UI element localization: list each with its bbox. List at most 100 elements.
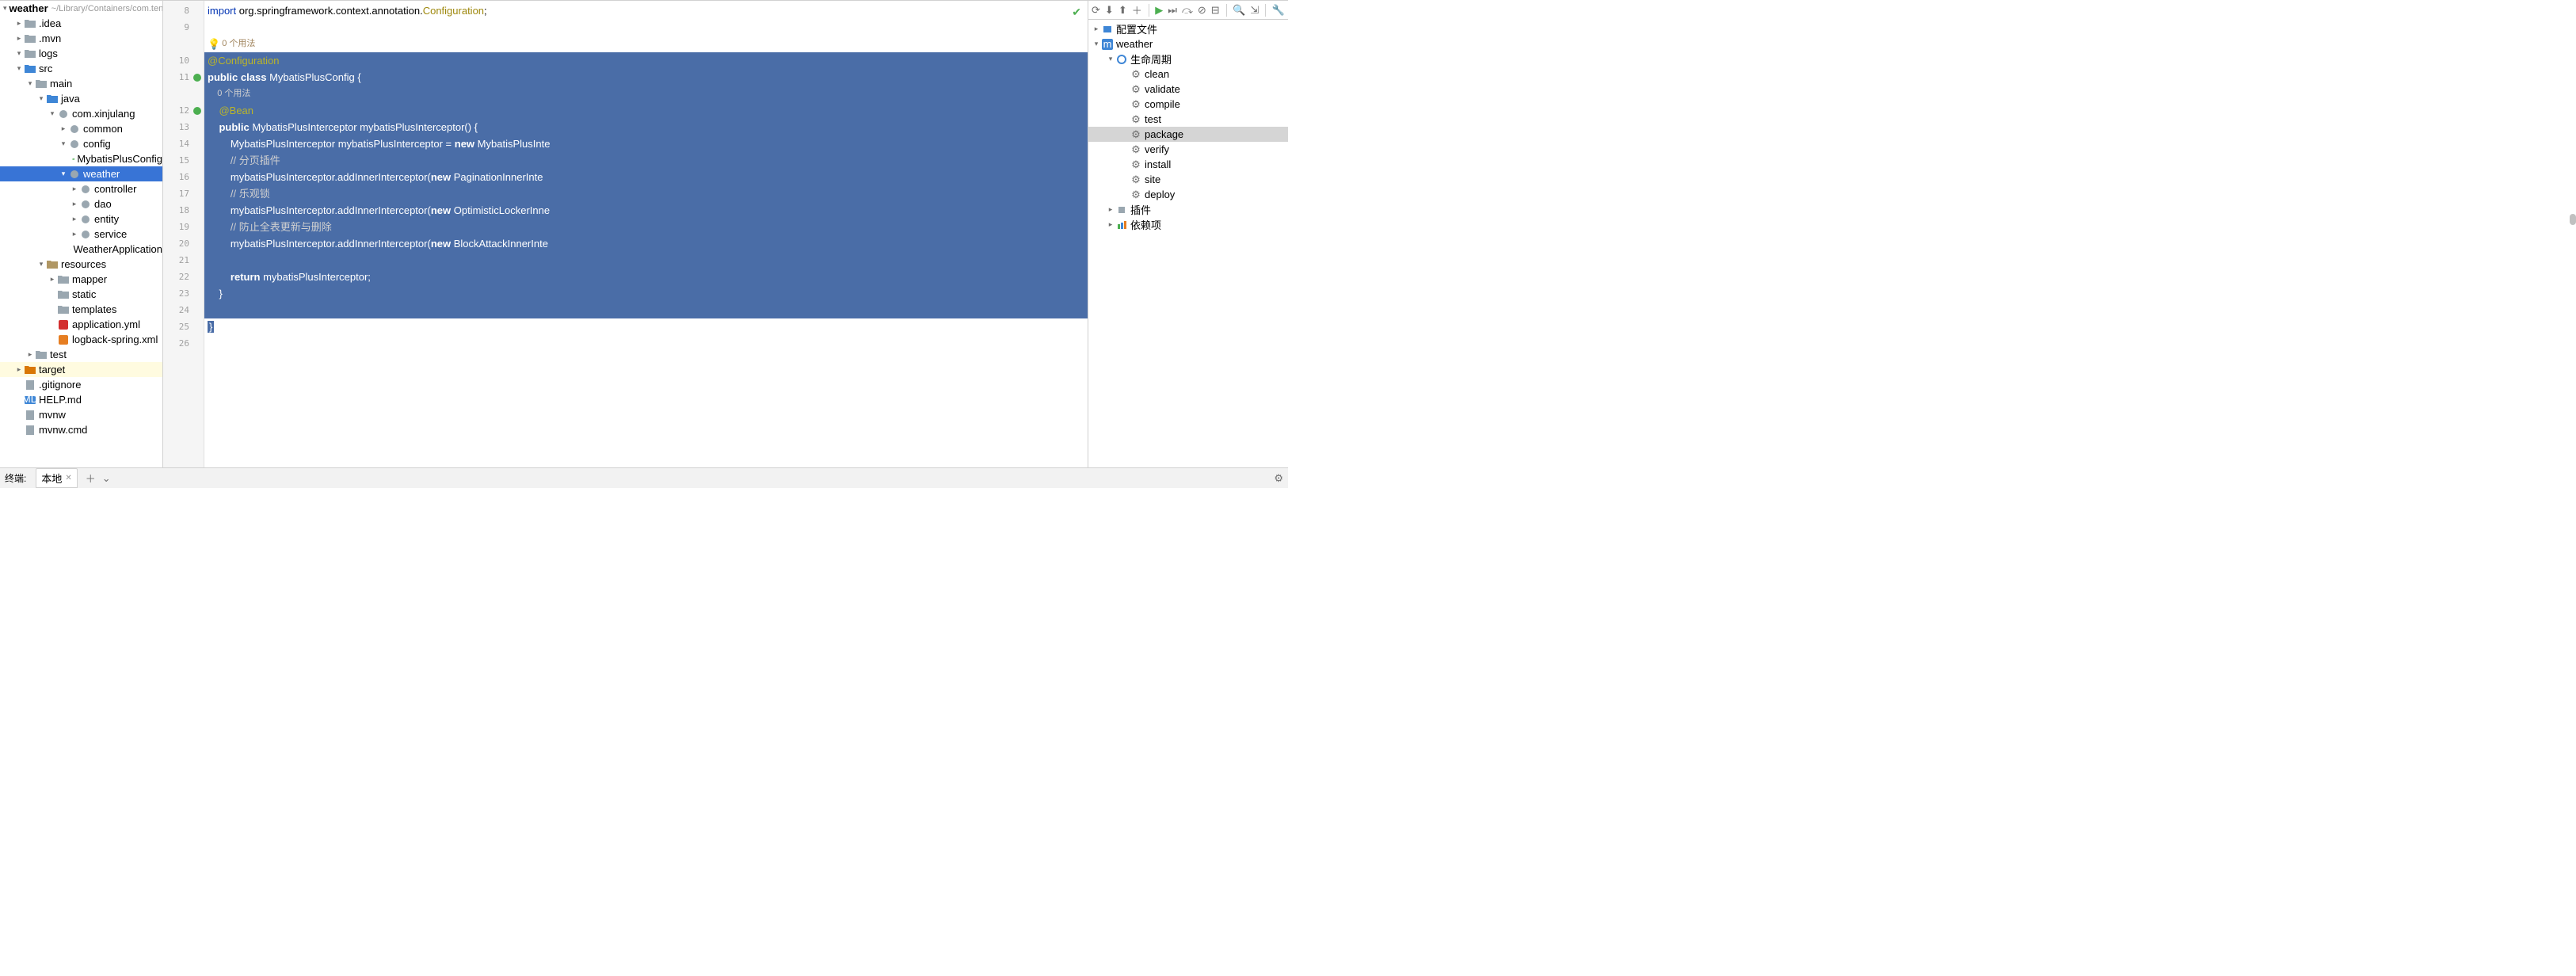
chevron-icon: ▾ xyxy=(14,64,24,73)
tree-item-common[interactable]: ▸common xyxy=(0,121,162,136)
code-line[interactable]: public class MybatisPlusConfig { xyxy=(204,69,1088,86)
code-line[interactable]: @Configuration xyxy=(204,52,1088,69)
code-line[interactable] xyxy=(204,335,1088,352)
maven-item-verify[interactable]: ⚙verify xyxy=(1088,142,1288,157)
add-terminal-button[interactable]: ＋ xyxy=(86,471,96,486)
maven-item-deploy[interactable]: ⚙deploy xyxy=(1088,187,1288,202)
code-line[interactable]: } xyxy=(204,285,1088,302)
tree-item-mvnw[interactable]: mvnw xyxy=(0,407,162,422)
maven-tool-window[interactable]: ⟳⬇⬆＋▶⏭⤼⊘⊟🔍⇲🔧 ▸配置文件▾mweather▾生命周期⚙clean⚙v… xyxy=(1088,1,1288,467)
tree-item-service[interactable]: ▸service xyxy=(0,227,162,242)
code-line[interactable]: import org.springframework.context.annot… xyxy=(204,2,1088,19)
maven-run-button[interactable]: ▶ xyxy=(1155,3,1163,17)
tree-item-entity[interactable]: ▸entity xyxy=(0,212,162,227)
tree-item-logs[interactable]: ▾logs xyxy=(0,46,162,61)
code-area[interactable]: ✔ import org.springframework.context.ann… xyxy=(204,1,1088,467)
tree-item-main[interactable]: ▾main xyxy=(0,76,162,91)
maven-expand-button[interactable]: ⇲ xyxy=(1250,3,1259,17)
code-line[interactable]: @Bean xyxy=(204,102,1088,119)
terminal-settings-icon[interactable]: ⚙ xyxy=(1274,472,1283,485)
code-line[interactable]: mybatisPlusInterceptor.addInnerIntercept… xyxy=(204,202,1088,219)
tree-item-WeatherApplication[interactable]: CWeatherApplication xyxy=(0,242,162,257)
tree-item-target[interactable]: ▸target xyxy=(0,362,162,377)
maven-item-install[interactable]: ⚙install xyxy=(1088,157,1288,172)
code-line[interactable]: 0 个用法 xyxy=(204,86,1088,102)
tree-item--mvn[interactable]: ▸.mvn xyxy=(0,31,162,46)
tree-item-src[interactable]: ▾src xyxy=(0,61,162,76)
tree-item-config[interactable]: ▾config xyxy=(0,136,162,151)
maven-stop-button[interactable]: ⊟ xyxy=(1211,3,1220,17)
maven-item-weather[interactable]: ▾mweather xyxy=(1088,36,1288,51)
tree-item-java[interactable]: ▾java xyxy=(0,91,162,106)
tree-item-label: mvnw xyxy=(39,409,66,421)
project-root[interactable]: ▾ weather ~/Library/Containers/com.tence… xyxy=(0,1,162,16)
code-line[interactable]: // 分页插件 xyxy=(204,152,1088,169)
code-line[interactable]: } xyxy=(204,318,1088,335)
maven-item-生命周期[interactable]: ▾生命周期 xyxy=(1088,51,1288,67)
terminal-dropdown-icon[interactable]: ⌄ xyxy=(102,472,111,485)
maven-step-button[interactable]: ⏭ xyxy=(1168,3,1177,17)
tree-item-label: logs xyxy=(39,48,58,59)
maven-refresh-button[interactable]: ⟳ xyxy=(1092,3,1100,17)
code-line[interactable]: 💡0 个用法 xyxy=(204,36,1088,52)
code-editor[interactable]: 891011121314151617181920212223242526 ✔ i… xyxy=(163,1,1088,467)
tree-item-mvnw-cmd[interactable]: mvnw.cmd xyxy=(0,422,162,437)
code-line[interactable] xyxy=(204,19,1088,36)
gutter-line: 25 xyxy=(163,318,204,335)
chevron-icon: ▾ xyxy=(59,139,68,148)
code-line[interactable]: public MybatisPlusInterceptor mybatisPlu… xyxy=(204,119,1088,135)
maven-item-package[interactable]: ⚙package xyxy=(1088,127,1288,142)
tree-item-com-xinjulang[interactable]: ▾com.xinjulang xyxy=(0,106,162,121)
tree-item-mapper[interactable]: ▸mapper xyxy=(0,272,162,287)
maven-item-clean[interactable]: ⚙clean xyxy=(1088,67,1288,82)
maven-item-test[interactable]: ⚙test xyxy=(1088,112,1288,127)
code-line[interactable]: // 防止全表更新与删除 xyxy=(204,219,1088,235)
gear-icon: ⚙ xyxy=(1130,143,1142,156)
tree-item-label: dao xyxy=(94,198,112,210)
tree-item-test[interactable]: ▸test xyxy=(0,347,162,362)
terminal-tab-local[interactable]: 本地 ✕ xyxy=(36,468,77,488)
maven-add-button[interactable]: ＋ xyxy=(1132,3,1142,17)
gear-icon: ⚙ xyxy=(1130,113,1142,126)
maven-item-依赖项[interactable]: ▸依赖项 xyxy=(1088,217,1288,232)
code-line[interactable]: mybatisPlusInterceptor.addInnerIntercept… xyxy=(204,169,1088,185)
tree-item-HELP-md[interactable]: MDHELP.md xyxy=(0,392,162,407)
maven-tree[interactable]: ▸配置文件▾mweather▾生命周期⚙clean⚙validate⚙compi… xyxy=(1088,20,1288,467)
tree-item-static[interactable]: static xyxy=(0,287,162,302)
code-line[interactable] xyxy=(204,302,1088,318)
tree-item-weather[interactable]: ▾weather xyxy=(0,166,162,181)
toolbar-separator xyxy=(1226,4,1227,17)
maven-offline-button[interactable]: ⊘ xyxy=(1198,3,1206,17)
code-line[interactable]: // 乐观锁 xyxy=(204,185,1088,202)
maven-upload-button[interactable]: ⬆ xyxy=(1118,3,1127,17)
chevron-icon: ▾ xyxy=(1106,55,1115,63)
maven-skip-button[interactable]: ⤼ xyxy=(1182,3,1193,17)
package-icon xyxy=(68,123,81,135)
tree-item-resources[interactable]: ▾resources xyxy=(0,257,162,272)
run-gutter-icon[interactable] xyxy=(192,73,202,82)
tree-item-logback-spring-xml[interactable]: logback-spring.xml xyxy=(0,332,162,347)
code-line[interactable]: MybatisPlusInterceptor mybatisPlusInterc… xyxy=(204,135,1088,152)
tree-item-application-yml[interactable]: application.yml xyxy=(0,317,162,332)
tree-item--gitignore[interactable]: .gitignore xyxy=(0,377,162,392)
maven-item-插件[interactable]: ▸插件 xyxy=(1088,202,1288,217)
maven-find-button[interactable]: 🔍 xyxy=(1233,3,1245,17)
tree-item-templates[interactable]: templates xyxy=(0,302,162,317)
maven-item-label: test xyxy=(1145,113,1161,125)
maven-download-button[interactable]: ⬇ xyxy=(1105,3,1114,17)
code-line[interactable] xyxy=(204,252,1088,269)
code-line[interactable]: mybatisPlusInterceptor.addInnerIntercept… xyxy=(204,235,1088,252)
tree-item-dao[interactable]: ▸dao xyxy=(0,196,162,212)
project-tree-panel[interactable]: ▾ weather ~/Library/Containers/com.tence… xyxy=(0,1,163,467)
maven-item-validate[interactable]: ⚙validate xyxy=(1088,82,1288,97)
close-icon[interactable]: ✕ xyxy=(65,474,71,482)
code-line[interactable]: return mybatisPlusInterceptor; xyxy=(204,269,1088,285)
run-gutter-icon[interactable] xyxy=(192,106,202,116)
maven-item-配置文件[interactable]: ▸配置文件 xyxy=(1088,21,1288,36)
tree-item-controller[interactable]: ▸controller xyxy=(0,181,162,196)
maven-item-site[interactable]: ⚙site xyxy=(1088,172,1288,187)
maven-item-compile[interactable]: ⚙compile xyxy=(1088,97,1288,112)
tree-item--idea[interactable]: ▸.idea xyxy=(0,16,162,31)
tree-item-MybatisPlusConfig[interactable]: CMybatisPlusConfig xyxy=(0,151,162,166)
maven-settings-button[interactable]: 🔧 xyxy=(1272,3,1285,17)
